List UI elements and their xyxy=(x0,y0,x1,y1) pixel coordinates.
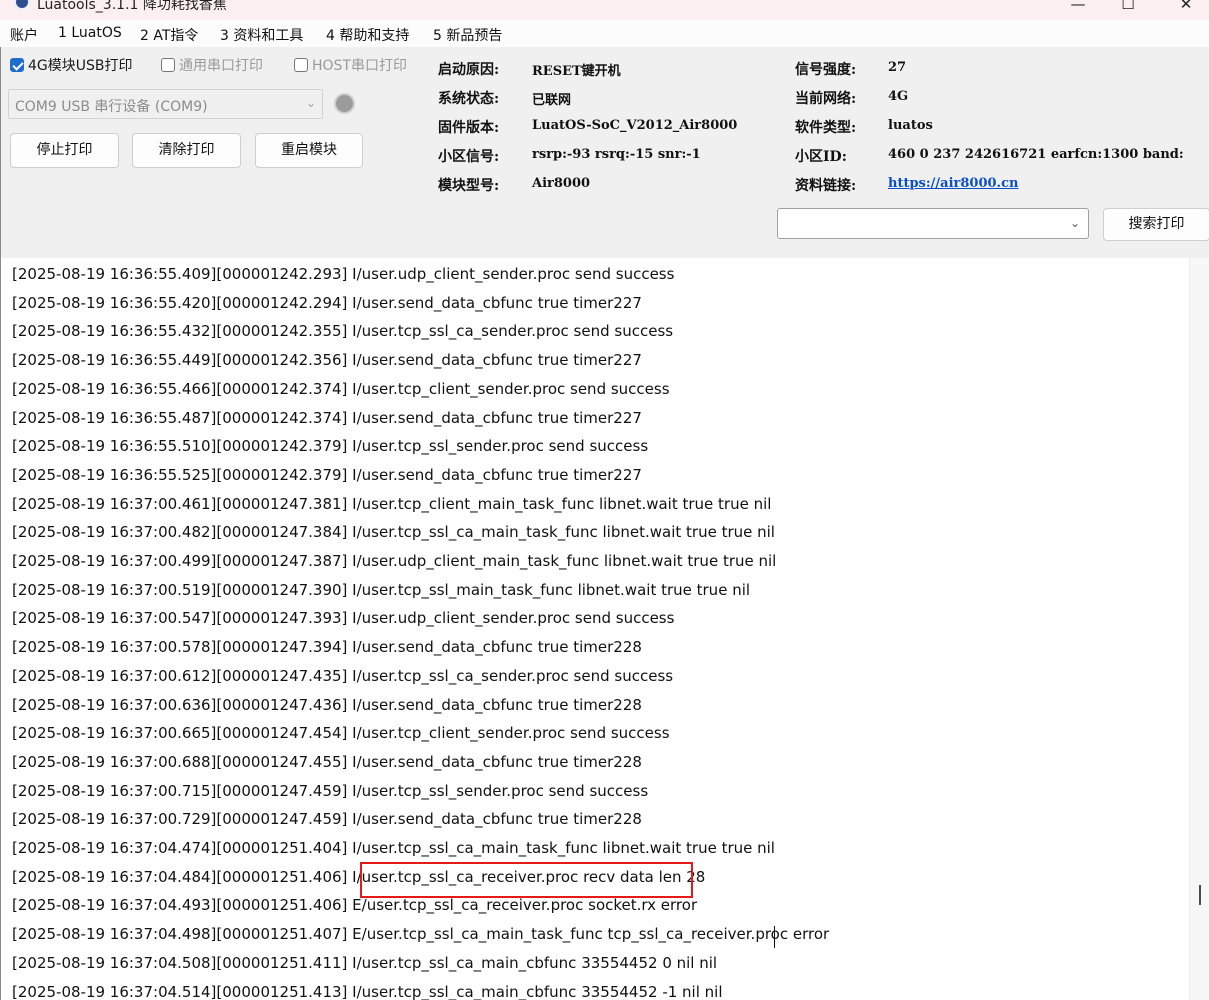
checkbox-checked-icon xyxy=(10,58,24,72)
log-line: [2025-08-19 16:37:00.636][000001247.436]… xyxy=(12,695,642,714)
minimize-icon[interactable]: — xyxy=(1058,0,1098,16)
menu-new-products[interactable]: 5 新品预告 xyxy=(433,25,502,45)
current-network-label: 当前网络: xyxy=(795,91,857,107)
serial-print-label: 通用串口打印 xyxy=(179,58,263,74)
system-state-label: 系统状态: xyxy=(438,91,500,107)
checkbox-unchecked-icon xyxy=(294,58,308,72)
log-line: [2025-08-19 16:37:00.519][000001247.390]… xyxy=(12,580,751,599)
log-line: [2025-08-19 16:37:00.547][000001247.393]… xyxy=(12,609,675,628)
log-line: [2025-08-19 16:36:55.409][000001242.293]… xyxy=(12,265,675,283)
title-bar: Luatools_3.1.1 降功耗找香蕉 — ☐ ✕ xyxy=(0,0,1209,20)
log-line: [2025-08-19 16:37:00.729][000001247.459]… xyxy=(12,810,642,829)
log-line: [2025-08-19 16:37:00.461][000001247.381]… xyxy=(12,494,772,513)
control-panel: 4G模块USB打印 通用串口打印 HOST串口打印 COM9 USB 串行设备 … xyxy=(0,47,1209,258)
clear-print-button[interactable]: 清除打印 xyxy=(132,133,241,168)
log-line: [2025-08-19 16:37:00.688][000001247.455]… xyxy=(12,752,642,771)
log-line: [2025-08-19 16:37:04.514][000001251.413]… xyxy=(12,982,723,1000)
search-combo[interactable]: ⌄ xyxy=(777,208,1089,239)
menu-account[interactable]: 账户 xyxy=(10,25,38,45)
log-line: [2025-08-19 16:37:00.499][000001247.387]… xyxy=(12,552,777,570)
stop-print-button[interactable]: 停止打印 xyxy=(10,133,119,168)
log-line: [2025-08-19 16:36:55.510][000001242.379]… xyxy=(12,437,649,456)
port-select-value: COM9 USB 串行设备 (COM9) xyxy=(15,99,208,115)
log-line: [2025-08-19 16:37:00.665][000001247.454]… xyxy=(12,724,670,743)
cell-signal-value: rsrp:-93 rsrq:-15 snr:-1 xyxy=(532,147,701,162)
menu-bar: 账户 1 LuatOS 2 AT指令 3 资料和工具 4 帮助和支持 5 新品预… xyxy=(0,20,1209,47)
cell-signal-label: 小区信号: xyxy=(438,149,500,165)
checkbox-unchecked-icon xyxy=(161,58,175,72)
scrollbar-thumb[interactable] xyxy=(1199,885,1201,905)
log-line: [2025-08-19 16:36:55.420][000001242.294]… xyxy=(12,293,642,312)
chevron-down-icon: ⌄ xyxy=(1069,216,1080,230)
software-type-value: luatos xyxy=(888,118,933,133)
chevron-down-icon: ⌄ xyxy=(305,96,316,110)
module-model-label: 模块型号: xyxy=(438,178,500,194)
log-line: [2025-08-19 16:37:00.578][000001247.394]… xyxy=(12,638,642,657)
menu-at-commands[interactable]: 2 AT指令 xyxy=(140,25,198,45)
current-network-value: 4G xyxy=(888,89,909,104)
menu-luatos[interactable]: 1 LuatOS xyxy=(58,25,122,41)
boot-reason-label: 启动原因: xyxy=(438,62,500,78)
log-line: [2025-08-19 16:37:00.612][000001247.435]… xyxy=(12,666,674,685)
log-line: [2025-08-19 16:37:04.474][000001251.404]… xyxy=(12,839,775,857)
port-select[interactable]: COM9 USB 串行设备 (COM9) ⌄ xyxy=(8,89,323,119)
log-line: [2025-08-19 16:37:00.715][000001247.459]… xyxy=(12,781,649,800)
refresh-port-icon[interactable] xyxy=(334,93,355,114)
menu-docs-tools[interactable]: 3 资料和工具 xyxy=(220,25,303,45)
log-line: [2025-08-19 16:37:04.498][000001251.407]… xyxy=(12,925,830,944)
log-line: [2025-08-19 16:37:00.482][000001247.384]… xyxy=(12,523,775,542)
usb-4g-print-checkbox[interactable]: 4G模块USB打印 xyxy=(10,56,133,74)
cell-id-value: 460 0 237 242616721 earfcn:1300 band: xyxy=(888,147,1184,162)
maximize-icon[interactable]: ☐ xyxy=(1108,0,1148,16)
signal-strength-value: 27 xyxy=(888,60,907,75)
close-icon[interactable]: ✕ xyxy=(1166,0,1206,16)
log-line: [2025-08-19 16:36:55.487][000001242.374]… xyxy=(12,408,642,427)
signal-strength-label: 信号强度: xyxy=(795,62,857,78)
log-line: [2025-08-19 16:37:04.508][000001251.411]… xyxy=(12,953,718,972)
boot-reason-value: RESET键开机 xyxy=(532,64,621,79)
host-print-checkbox[interactable]: HOST串口打印 xyxy=(294,56,407,74)
firmware-value: LuatOS-SoC_V2012_Air8000 xyxy=(532,118,738,133)
vertical-scrollbar[interactable] xyxy=(1189,258,1209,1000)
restart-module-button[interactable]: 重启模块 xyxy=(255,133,363,168)
doc-link[interactable]: https://air8000.cn xyxy=(888,176,1018,191)
firmware-label: 固件版本: xyxy=(438,120,500,136)
window-title: Luatools_3.1.1 降功耗找香蕉 xyxy=(37,0,227,13)
text-caret xyxy=(774,926,775,948)
system-state-value: 已联网 xyxy=(532,93,572,108)
log-line: [2025-08-19 16:36:55.466][000001242.374]… xyxy=(12,379,670,398)
host-print-label: HOST串口打印 xyxy=(312,58,407,74)
log-line: [2025-08-19 16:36:55.449][000001242.356]… xyxy=(12,351,642,370)
software-type-label: 软件类型: xyxy=(795,120,857,136)
highlight-annotation-box xyxy=(360,862,693,898)
usb-4g-print-label: 4G模块USB打印 xyxy=(28,58,133,74)
serial-print-checkbox[interactable]: 通用串口打印 xyxy=(161,56,263,74)
cell-id-label: 小区ID: xyxy=(795,149,847,165)
log-line: [2025-08-19 16:36:55.525][000001242.379]… xyxy=(12,465,642,484)
module-model-value: Air8000 xyxy=(532,176,591,191)
menu-help-support[interactable]: 4 帮助和支持 xyxy=(326,25,409,45)
log-line: [2025-08-19 16:36:55.432][000001242.355]… xyxy=(12,322,674,341)
doc-link-label: 资料链接: xyxy=(795,178,857,194)
log-output[interactable]: [2025-08-19 16:36:55.409][000001242.293]… xyxy=(0,258,1209,1000)
app-logo-icon xyxy=(14,0,30,10)
search-print-button[interactable]: 搜索打印 xyxy=(1103,208,1209,241)
